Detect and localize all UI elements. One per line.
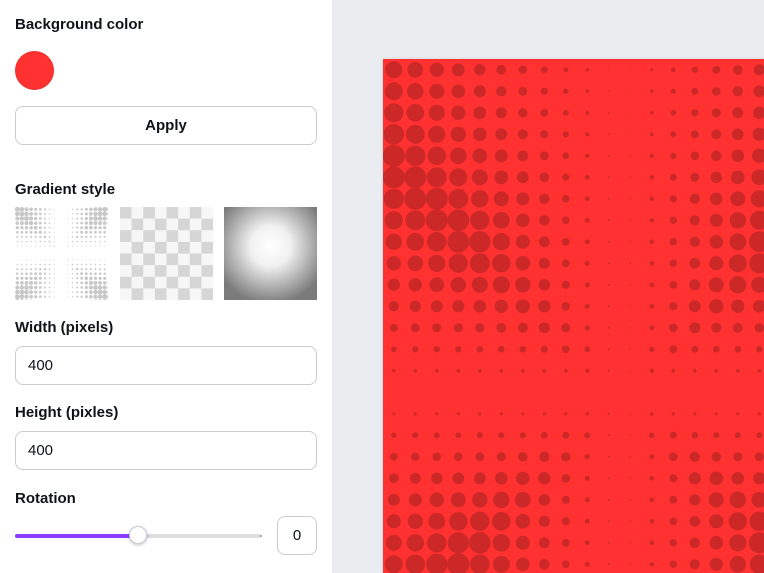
side-panel: Background color Apply Gradient style Wi… <box>0 0 333 573</box>
halftone-burst-preview <box>15 207 108 300</box>
width-label: Width (pixels) <box>15 319 114 336</box>
rotation-slider-fill <box>15 534 138 538</box>
checkerboard-preview <box>120 207 213 300</box>
background-color-label: Background color <box>15 16 144 33</box>
background-color-swatch[interactable] <box>15 51 54 90</box>
apply-button[interactable]: Apply <box>15 106 317 145</box>
gradient-style-label: Gradient style <box>15 181 116 198</box>
rotation-slider-end-dot <box>260 535 262 537</box>
rotation-value-input[interactable] <box>277 516 317 555</box>
rotation-label: Rotation <box>15 490 76 507</box>
height-input[interactable] <box>15 431 317 470</box>
width-input[interactable] <box>15 346 317 385</box>
radial-vignette-preview <box>224 207 317 300</box>
gradient-style-radial-option[interactable] <box>224 207 317 300</box>
halftone-burst-pattern <box>383 61 764 573</box>
design-canvas[interactable] <box>383 59 764 573</box>
gradient-style-halftone-option[interactable] <box>15 207 108 300</box>
rotation-slider-handle[interactable] <box>129 526 147 544</box>
height-label: Height (pixles) <box>15 404 119 421</box>
rotation-slider[interactable] <box>15 526 262 544</box>
canvas-workspace <box>333 0 764 573</box>
gradient-style-transparent-option[interactable] <box>120 207 213 300</box>
